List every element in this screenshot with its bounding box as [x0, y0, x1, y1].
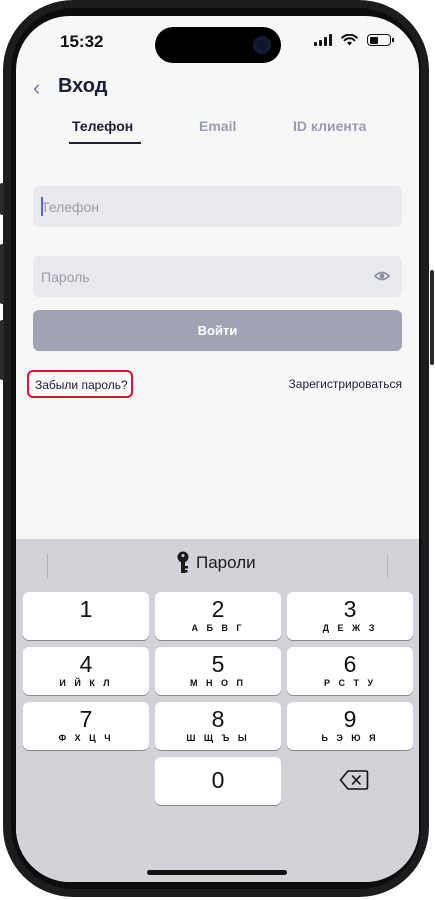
key-letters: Ш Щ Ъ Ы — [186, 733, 250, 743]
key-letters: Ь Э Ю Я — [321, 733, 379, 743]
password-placeholder: Пароль — [41, 269, 90, 285]
key-3[interactable]: 3 Д Е Ж З — [287, 592, 413, 640]
key-digit: 6 — [343, 651, 357, 677]
key-1[interactable]: 1 — [23, 592, 149, 640]
active-tab-indicator — [69, 142, 141, 144]
key-icon — [177, 551, 189, 573]
tab-email[interactable]: Email — [199, 118, 236, 134]
forgot-password-label: Забыли пароль? — [35, 378, 128, 392]
signal-icon — [314, 34, 332, 46]
phone-placeholder: Телефон — [41, 199, 100, 215]
keyboard-suggestion-bar: Пароли — [16, 539, 419, 591]
login-button[interactable]: Войти — [33, 310, 402, 351]
key-digit: 3 — [343, 596, 357, 622]
divider — [47, 554, 48, 578]
key-letters: Д Е Ж З — [322, 623, 378, 633]
key-digit: 9 — [343, 706, 357, 732]
volume-up-button — [0, 244, 4, 304]
key-6[interactable]: 6 Р С Т У — [287, 647, 413, 695]
passwords-button[interactable]: Пароли — [176, 551, 256, 575]
key-7[interactable]: 7 Ф Х Ц Ч — [23, 702, 149, 750]
page-title: Вход — [58, 75, 108, 97]
volume-down-button — [0, 320, 4, 380]
key-letters: Р С Т У — [323, 678, 377, 688]
key-5[interactable]: 5 М Н О П — [155, 647, 281, 695]
key-2[interactable]: 2 А Б В Г — [155, 592, 281, 640]
back-chevron-icon[interactable]: ‹ — [33, 75, 40, 101]
numeric-keyboard: Пароли 1 2 А Б В Г 3 Д Е Ж З 4 И Й К Л 5… — [16, 539, 419, 882]
password-input[interactable]: Пароль — [33, 256, 402, 297]
camera-icon — [253, 36, 271, 54]
battery-icon — [367, 34, 394, 46]
divider — [387, 554, 388, 578]
tab-client-id[interactable]: ID клиента — [293, 118, 366, 134]
tab-phone[interactable]: Телефон — [72, 118, 133, 134]
status-bar: 15:32 — [16, 16, 419, 70]
key-4[interactable]: 4 И Й К Л — [23, 647, 149, 695]
delete-icon[interactable] — [339, 769, 369, 791]
key-8[interactable]: 8 Ш Щ Ъ Ы — [155, 702, 281, 750]
key-0[interactable]: 0 — [155, 757, 281, 805]
key-digit: 8 — [211, 706, 225, 732]
wifi-icon — [341, 34, 358, 46]
key-digit: 7 — [79, 706, 93, 732]
home-indicator — [147, 870, 287, 875]
phone-input[interactable]: Телефон — [33, 186, 402, 227]
screen: 15:32 ‹ Вход Телефон Email ID клиента Те… — [16, 16, 419, 882]
power-button — [430, 270, 434, 365]
key-letters: И Й К Л — [59, 678, 113, 688]
key-digit: 4 — [79, 651, 93, 677]
key-digit: 1 — [79, 596, 93, 622]
header: ‹ Вход — [16, 74, 419, 114]
eye-icon[interactable] — [374, 269, 390, 283]
key-letters: Ф Х Ц Ч — [58, 733, 114, 743]
status-icons — [314, 34, 394, 46]
forgot-password-link[interactable]: Забыли пароль? — [27, 370, 133, 398]
status-time: 15:32 — [60, 32, 104, 51]
key-digit: 5 — [211, 651, 225, 677]
action-button — [0, 183, 4, 215]
dynamic-island — [155, 27, 281, 63]
register-link[interactable]: Зарегистрироваться — [289, 377, 402, 391]
key-letters: М Н О П — [190, 678, 246, 688]
passwords-label: Пароли — [196, 553, 256, 572]
key-digit: 0 — [211, 767, 225, 793]
text-caret — [41, 197, 43, 216]
key-letters: А Б В Г — [191, 623, 245, 633]
key-digit: 2 — [211, 596, 225, 622]
key-9[interactable]: 9 Ь Э Ю Я — [287, 702, 413, 750]
